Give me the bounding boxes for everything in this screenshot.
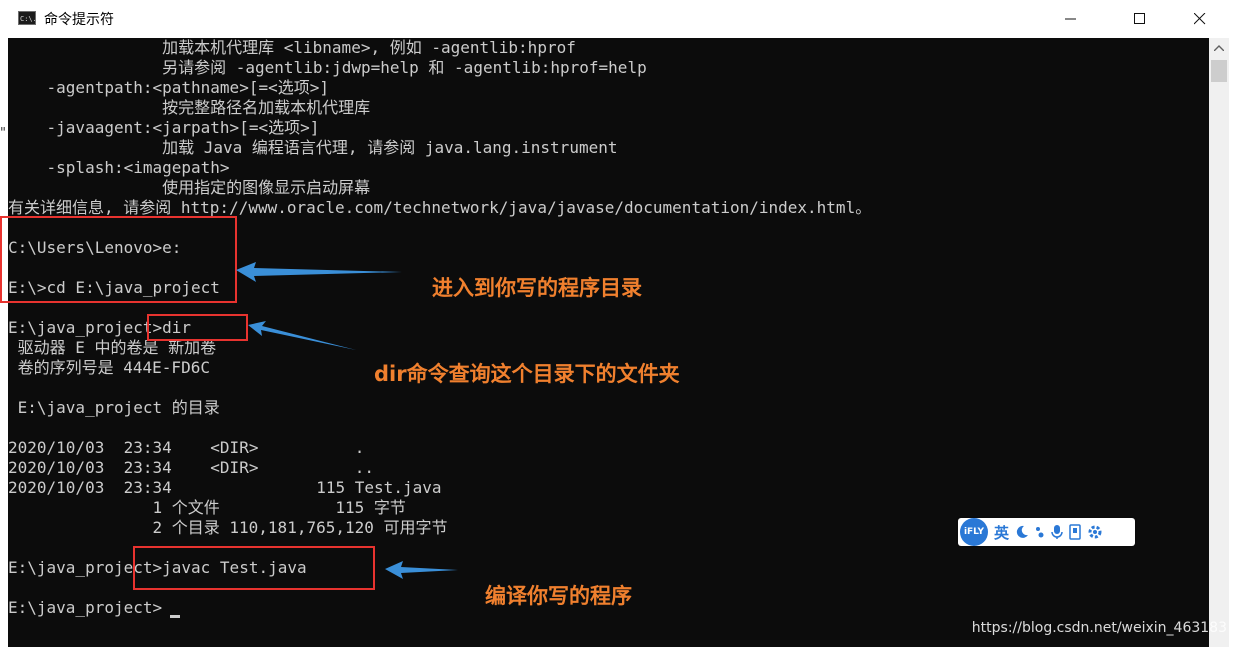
annotation-enter-directory: 进入到你写的程序目录 — [432, 276, 642, 300]
arrow-cd — [236, 262, 402, 282]
watermark: https://blog.csdn.net/weixin_463183 — [971, 620, 1227, 636]
punctuation-icon[interactable] — [1035, 525, 1045, 539]
ime-toolbar[interactable]: iFLY 英 — [958, 518, 1135, 546]
ifly-logo[interactable]: iFLY — [960, 518, 988, 546]
arrow-javac — [385, 561, 458, 579]
moon-icon[interactable] — [1015, 525, 1029, 539]
arrow-dir — [248, 321, 356, 350]
gear-icon[interactable] — [1087, 524, 1103, 540]
microphone-icon[interactable] — [1051, 524, 1063, 540]
annotation-arrows — [236, 262, 458, 579]
ime-mode-toggle[interactable]: 英 — [994, 522, 1009, 543]
annotation-dir-command: dir命令查询这个目录下的文件夹 — [374, 362, 680, 386]
annotation-compile: 编译你写的程序 — [485, 584, 632, 608]
keyboard-icon[interactable] — [1069, 524, 1081, 540]
